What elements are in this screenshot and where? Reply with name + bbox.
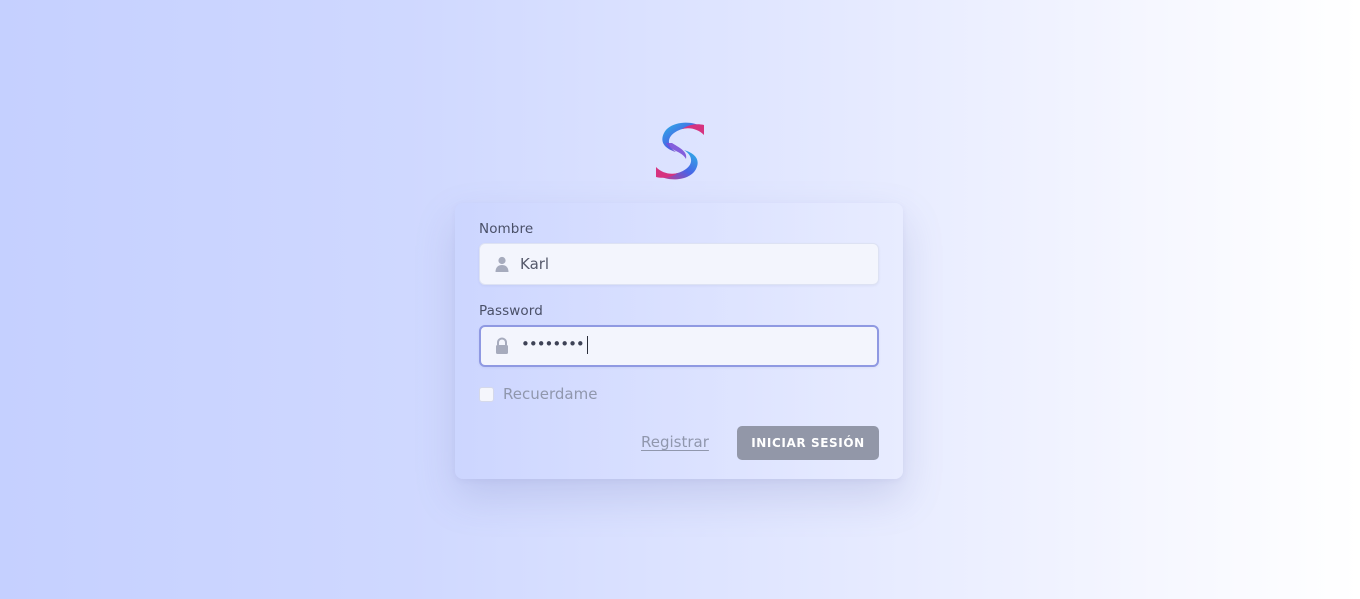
app-logo	[656, 122, 704, 180]
user-icon	[495, 256, 509, 272]
login-card: Nombre Karl Password •••••••• Recuerdame…	[455, 203, 903, 479]
nombre-label: Nombre	[479, 221, 534, 237]
password-field[interactable]: ••••••••	[479, 325, 879, 367]
password-dots: ••••••••	[521, 335, 585, 353]
password-label: Password	[479, 303, 543, 319]
remember-label[interactable]: Recuerdame	[503, 385, 597, 403]
password-value[interactable]: ••••••••	[521, 335, 588, 354]
login-button[interactable]: INICIAR SESIÓN	[737, 426, 879, 460]
remember-checkbox[interactable]	[479, 387, 494, 402]
text-caret	[586, 335, 588, 354]
nombre-value[interactable]: Karl	[520, 255, 549, 273]
register-link[interactable]: Registrar	[641, 433, 709, 451]
lock-icon	[496, 337, 508, 354]
nombre-field[interactable]: Karl	[479, 243, 879, 285]
